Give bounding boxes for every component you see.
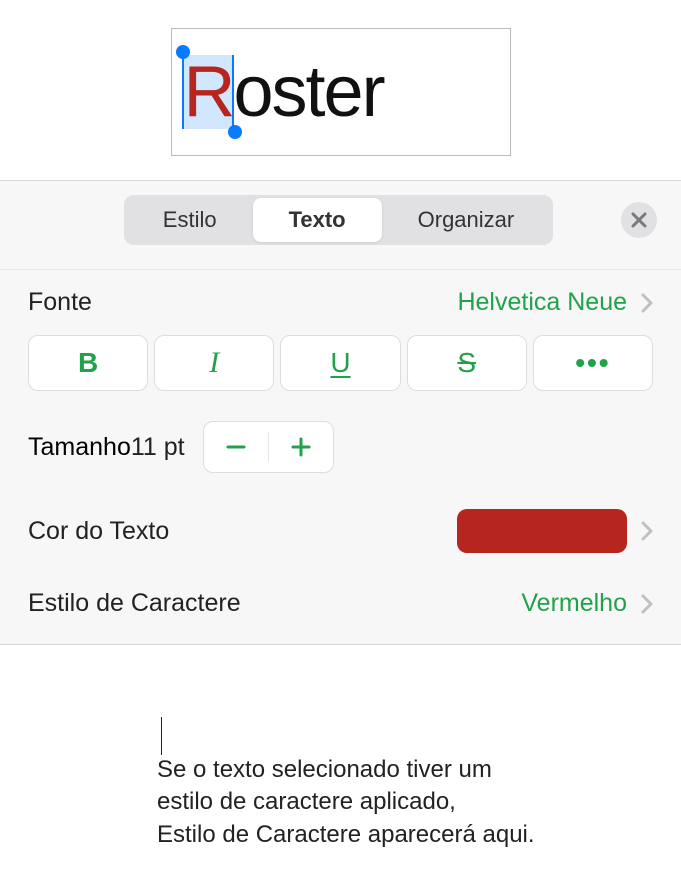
text-preview-box[interactable]: R oster <box>171 28 511 156</box>
more-options-button[interactable]: ••• <box>533 335 653 391</box>
callout-line-1: Se o texto selecionado tiver um <box>157 754 657 786</box>
bold-button[interactable]: B <box>28 335 148 391</box>
bold-icon: B <box>78 347 98 379</box>
character-style-row[interactable]: Estilo de Caractere Vermelho <box>0 571 681 644</box>
character-style-label: Estilo de Caractere <box>28 589 241 618</box>
close-button[interactable] <box>621 202 657 238</box>
size-increase-button[interactable] <box>269 422 333 472</box>
more-icon: ••• <box>575 347 610 379</box>
callout-line-3: Estilo de Caractere aparecerá aqui. <box>157 819 657 851</box>
tab-arrange[interactable]: Organizar <box>382 198 551 242</box>
preview-rest-text: oster <box>234 51 384 133</box>
font-label: Fonte <box>28 288 92 317</box>
plus-icon <box>290 436 312 458</box>
tab-style[interactable]: Estilo <box>127 198 253 242</box>
callout-text: Se o texto selecionado tiver um estilo d… <box>157 754 657 851</box>
strikethrough-icon: S <box>457 347 476 379</box>
chevron-right-icon <box>641 521 653 541</box>
strikethrough-button[interactable]: S <box>407 335 527 391</box>
size-decrease-button[interactable] <box>204 422 268 472</box>
font-value: Helvetica Neue <box>457 288 627 317</box>
selection-wrap: R <box>184 51 234 133</box>
style-buttons-row: B I U S ••• <box>0 335 681 401</box>
size-stepper <box>203 421 334 473</box>
chevron-right-icon <box>641 293 653 313</box>
italic-icon: I <box>209 346 219 380</box>
tabs-row: Estilo Texto Organizar <box>0 195 681 269</box>
text-color-label: Cor do Texto <box>28 517 169 546</box>
text-color-row[interactable]: Cor do Texto <box>0 491 681 571</box>
size-row: Tamanho 11 pt <box>0 401 681 491</box>
tab-text[interactable]: Texto <box>253 198 382 242</box>
callout-line-2: estilo de caractere aplicado, <box>157 786 657 818</box>
text-color-swatch[interactable] <box>457 509 627 553</box>
font-row[interactable]: Fonte Helvetica Neue <box>0 269 681 335</box>
tab-segmented-control: Estilo Texto Organizar <box>124 195 553 245</box>
format-panel: Estilo Texto Organizar Fonte Helvetica N… <box>0 180 681 645</box>
selected-character: R <box>184 52 234 132</box>
close-icon <box>631 212 647 228</box>
chevron-right-icon <box>641 594 653 614</box>
character-style-value: Vermelho <box>521 589 627 618</box>
italic-button[interactable]: I <box>154 335 274 391</box>
underline-button[interactable]: U <box>280 335 400 391</box>
underline-icon: U <box>330 347 350 379</box>
minus-icon <box>225 436 247 458</box>
size-label: Tamanho <box>28 433 131 462</box>
callout-leader-line <box>161 717 162 755</box>
size-value: 11 pt <box>131 433 185 462</box>
